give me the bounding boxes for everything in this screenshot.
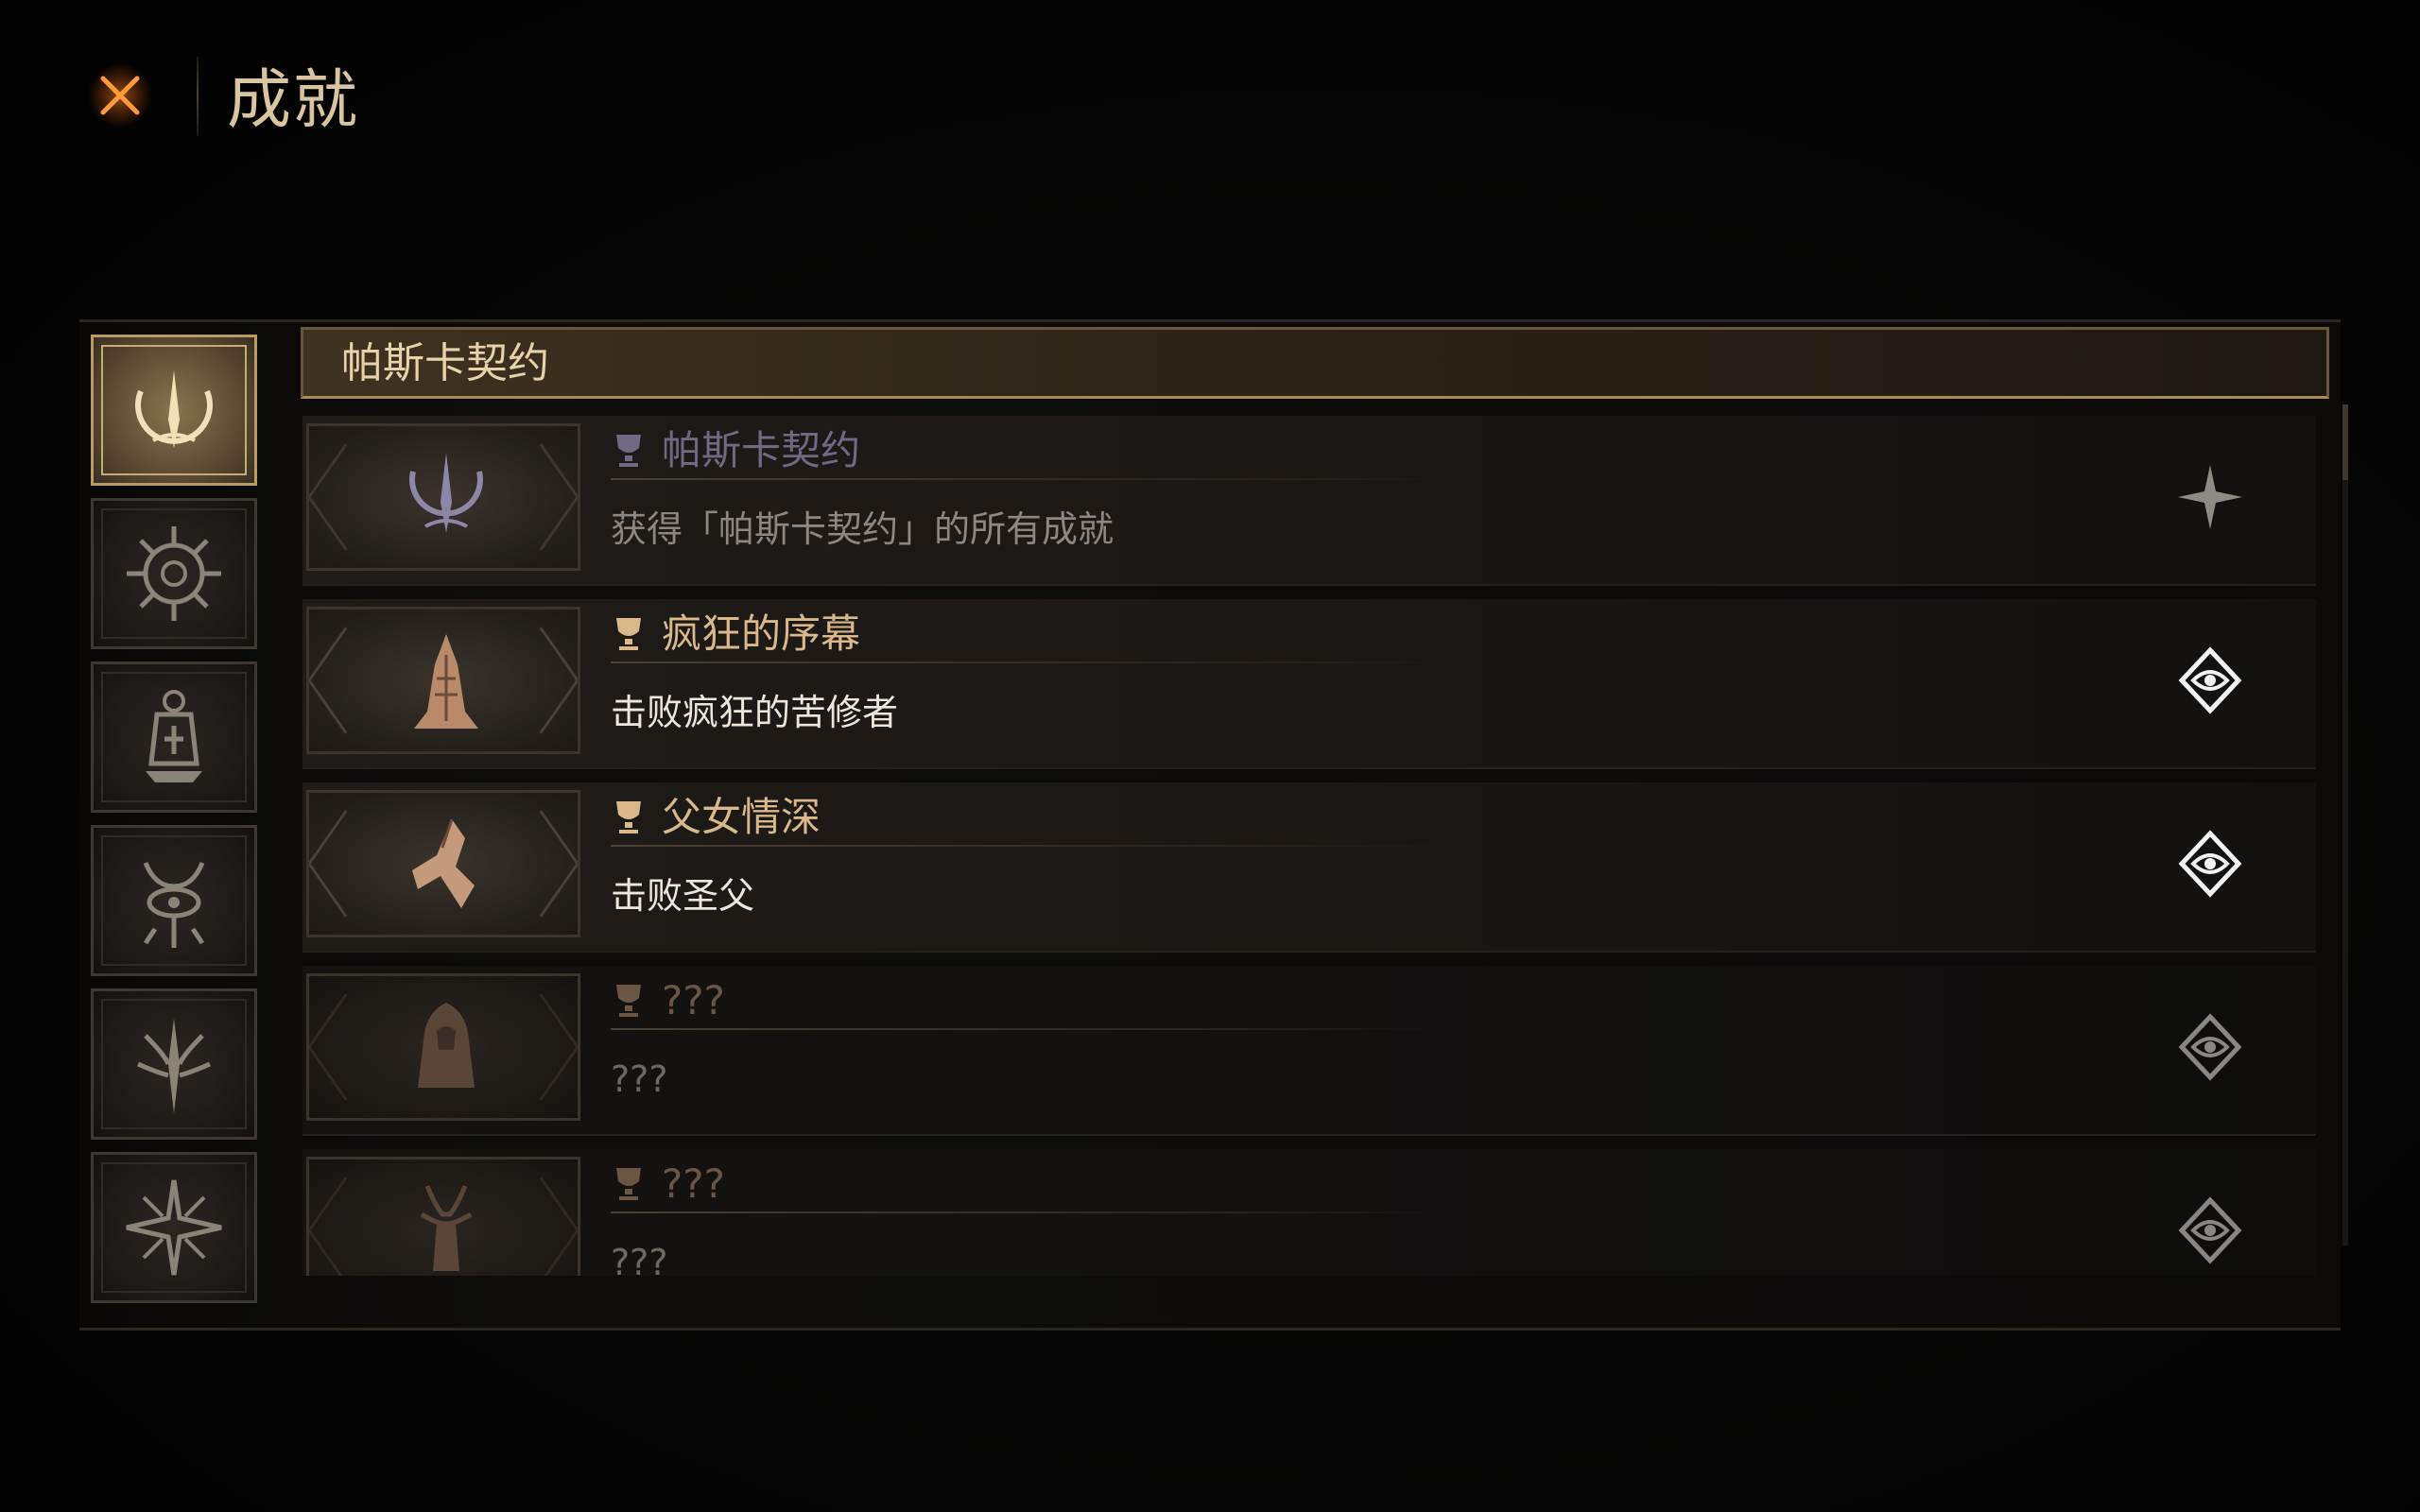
title-divider [611,478,1452,480]
pact-sigil-icon [409,453,483,533]
title-divider [611,845,1452,847]
trophy-icon [616,985,641,1017]
achievement-description: ??? [611,1242,668,1276]
list-scrollbar[interactable] [2342,404,2348,1246]
achievement-title: 父女情深 [662,794,821,840]
category-tab-6[interactable] [91,1152,257,1303]
achievement-title: 疯狂的序幕 [662,610,861,657]
category-tab-4[interactable] [91,825,257,976]
achievement-title: ??? [662,1160,725,1207]
eye-rune-icon[interactable] [2174,1011,2246,1083]
achievements-screen: 成就 帕斯卡契约 帕斯卡契约 获得「帕斯卡契约」的所有成就 疯狂的序幕 击败疯狂… [0,0,2420,1512]
scroll-thumb[interactable] [2342,404,2348,480]
achievement-description: ??? [611,1058,668,1100]
horned-eye-icon [143,862,205,948]
title-divider [611,1028,1452,1030]
category-tab-pact[interactable] [91,335,257,486]
trophy-icon [616,801,641,833]
thorn-star-icon [126,1179,222,1276]
section-header: 帕斯卡契约 [301,327,2329,399]
achievement-row[interactable]: 疯狂的序幕 击败疯狂的苦修者 [302,599,2316,769]
trophy-icon [616,1168,641,1200]
achievement-thumbnail [306,607,580,754]
eye-rune-icon[interactable] [2174,644,2246,716]
four-point-star-icon[interactable] [2174,461,2246,533]
horned-beast-icon [420,1185,473,1271]
achievement-row[interactable]: 父女情深 击败圣父 [302,782,2316,953]
achievement-description: 击败疯狂的苦修者 [611,692,899,733]
achievement-thumbnail [306,973,580,1121]
achievement-row[interactable]: ??? ??? [302,1149,2316,1276]
header-divider [197,57,199,136]
close-icon [88,63,152,128]
category-tab-2[interactable] [91,498,257,649]
hooded-figure-icon [418,1003,475,1088]
achievement-thumbnail [306,790,580,937]
achievement-title: ??? [662,977,725,1023]
winged-hand-icon [412,818,475,908]
title-divider [611,662,1452,663]
achievement-row[interactable]: ??? ??? [302,966,2316,1136]
achievement-description: 击败圣父 [611,875,755,917]
spire-icon [414,634,478,729]
tree-blade-icon [136,1019,212,1113]
trophy-icon [616,618,641,650]
achievement-thumbnail [306,423,580,571]
achievement-description: 获得「帕斯卡契约」的所有成就 [611,508,1115,550]
achievement-title: 帕斯卡契约 [662,427,861,473]
achievement-thumbnail [306,1157,580,1276]
eye-rune-icon[interactable] [2174,828,2246,900]
category-tab-5[interactable] [91,988,257,1140]
trophy-icon [616,435,641,467]
section-title: 帕斯卡契约 [341,339,549,387]
category-tab-3[interactable] [91,662,257,813]
eye-rune-icon[interactable] [2174,1194,2246,1266]
close-button[interactable] [87,62,153,129]
achievement-row[interactable]: 帕斯卡契约 获得「帕斯卡契约」的所有成就 [302,416,2316,586]
page-title: 成就 [227,63,360,138]
title-divider [611,1211,1452,1213]
compass-sun-icon [127,526,221,621]
pact-sigil-icon [135,370,213,448]
achievement-list[interactable]: 帕斯卡契约 获得「帕斯卡契约」的所有成就 疯狂的序幕 击败疯狂的苦修者 父女情深… [302,416,2316,1276]
category-sidebar [91,335,270,1315]
lantern-icon [146,690,202,782]
